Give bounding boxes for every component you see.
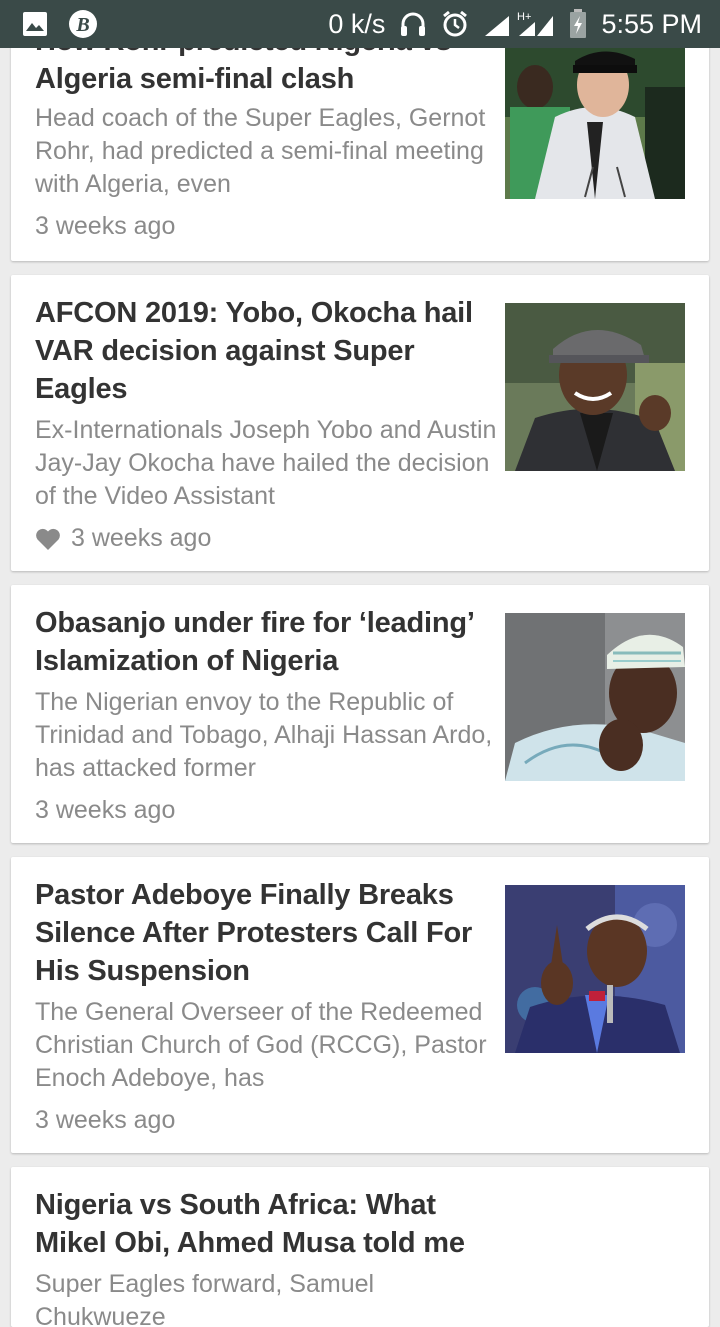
signal-icon: H+ [483,10,555,38]
b-app-icon: B [68,9,98,39]
article-meta: 3 weeks ago [35,1106,175,1135]
battery-icon [569,9,587,39]
network-label: H+ [517,11,531,23]
headphones-icon [399,10,427,38]
article-excerpt: Head coach of the Super Eagles, Gernot R… [35,104,486,198]
svg-text:B: B [75,14,89,36]
net-speed: 0 k/s [328,8,386,39]
article-card[interactable]: Nigeria vs South Africa: What Mikel Obi,… [11,1167,709,1327]
image-icon [22,11,48,37]
status-bar: B 0 k/s H+ 5:55 PM [0,0,720,48]
article-time: 3 weeks ago [35,796,176,824]
article-excerpt: Ex-Internationals Joseph Yobo and Austin… [35,416,497,510]
article-card[interactable]: AFCON 2019: Yobo, Okocha hail VAR decisi… [11,275,709,571]
article-thumbnail[interactable] [505,885,685,1053]
article-title: Nigeria vs South Africa: What Mikel Obi,… [35,1189,465,1259]
clock: 5:55 PM [601,8,702,39]
article-card[interactable]: Pastor Adeboye Finally Breaks Silence Af… [11,857,709,1153]
article-excerpt: Super Eagles forward, Samuel Chukwueze [35,1270,375,1327]
article-thumbnail[interactable] [505,613,685,781]
article-meta: 3 weeks ago [35,212,175,241]
article-title: AFCON 2019: Yobo, Okocha hail VAR decisi… [35,297,473,405]
article-thumbnail[interactable] [505,47,685,215]
okocha-photo-icon [505,303,685,471]
article-time: 3 weeks ago [35,1106,176,1134]
article-time: 3 weeks ago [35,212,176,240]
obasanjo-photo-icon [505,613,685,781]
article-meta: 3 weeks ago [35,524,211,553]
article-thumbnail[interactable] [505,303,685,471]
article-time: 3 weeks ago [71,524,212,552]
heart-icon[interactable] [35,527,61,551]
alarm-icon [441,10,469,38]
article-meta: 3 weeks ago [35,796,175,825]
coach-photo-icon [505,47,685,199]
article-title: Obasanjo under fire for ‘leading’ Islami… [35,607,474,677]
article-title: Pastor Adeboye Finally Breaks Silence Af… [35,879,473,987]
article-excerpt: The General Overseer of the Redeemed Chr… [35,998,487,1092]
adeboye-photo-icon [505,885,685,1053]
article-excerpt: The Nigerian envoy to the Republic of Tr… [35,688,493,782]
article-card[interactable]: Obasanjo under fire for ‘leading’ Islami… [11,585,709,843]
